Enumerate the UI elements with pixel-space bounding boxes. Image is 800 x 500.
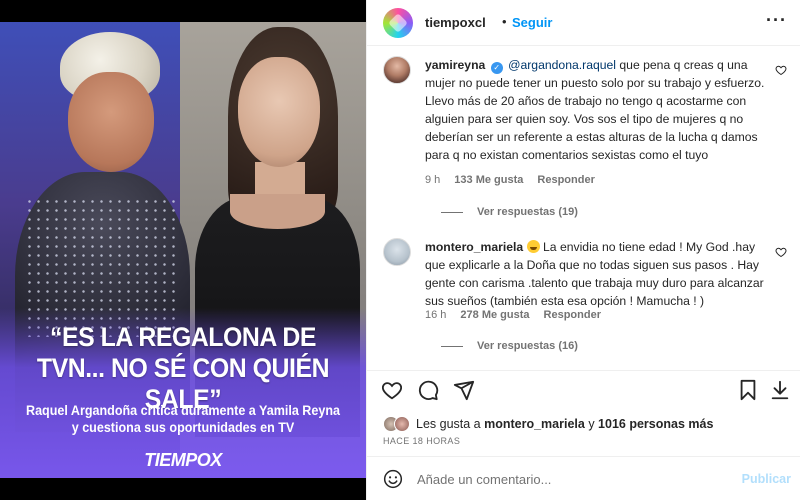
action-bar xyxy=(367,370,800,408)
comment-username[interactable]: yamireyna xyxy=(425,58,485,72)
grinning-emoji-icon xyxy=(526,240,540,253)
comment-time: 9 h xyxy=(425,174,441,186)
bookmark-icon[interactable] xyxy=(737,379,759,401)
heart-icon[interactable] xyxy=(775,246,787,258)
post-timestamp: HACE 18 HORAS xyxy=(383,436,461,446)
likes-user-link[interactable]: montero_mariela xyxy=(484,417,585,431)
reply-button[interactable]: Responder xyxy=(537,174,594,186)
heart-icon[interactable] xyxy=(775,64,787,76)
comment-time: 16 h xyxy=(425,309,447,321)
comment-body: que pena q creas q una mujer no puede te… xyxy=(425,58,765,162)
comment-input[interactable] xyxy=(417,469,737,489)
comment-composer: Publicar xyxy=(367,456,800,500)
post-header: tiempoxcl • Seguir ··· xyxy=(367,0,800,46)
download-icon[interactable] xyxy=(769,379,791,401)
more-icon[interactable]: ··· xyxy=(766,10,787,31)
likes-text: Les gusta a montero_mariela y 1016 perso… xyxy=(416,417,713,431)
like-heart-icon[interactable] xyxy=(381,379,403,401)
likes-prefix: Les gusta a xyxy=(416,417,485,431)
divider xyxy=(441,345,463,347)
person-left-face xyxy=(68,72,154,172)
reply-button[interactable]: Responder xyxy=(544,309,601,321)
follow-button[interactable]: Seguir xyxy=(512,15,552,30)
avatar[interactable] xyxy=(383,56,411,84)
avatar[interactable] xyxy=(383,238,411,266)
publish-button[interactable]: Publicar xyxy=(742,472,791,486)
emoji-icon[interactable] xyxy=(383,469,403,489)
comment-mention[interactable]: @argandona.raquel xyxy=(508,58,616,72)
divider xyxy=(441,211,463,213)
separator-dot: • xyxy=(502,14,507,29)
post-sidebar: tiempoxcl • Seguir ··· yamireyna ✓ @arga… xyxy=(366,0,800,500)
comment-text: montero_mariela La envidia no tiene edad… xyxy=(425,238,775,310)
comment-meta: 9 h 133 Me gusta Responder xyxy=(425,174,595,186)
view-replies-label: Ver respuestas (19) xyxy=(477,206,578,218)
comment-likes[interactable]: 133 Me gusta xyxy=(454,174,523,186)
likes-summary: Les gusta a montero_mariela y 1016 perso… xyxy=(383,414,713,434)
account-username[interactable]: tiempoxcl xyxy=(425,15,486,30)
share-icon[interactable] xyxy=(453,379,475,401)
view-replies-label: Ver respuestas (16) xyxy=(477,340,578,352)
comment-bubble-icon[interactable] xyxy=(417,379,439,401)
instagram-post-view: “ES LA REGALONA DE TVN... NO SÉ CON QUIÉ… xyxy=(0,0,800,500)
comment-username[interactable]: montero_mariela xyxy=(425,240,523,254)
comment-text: yamireyna ✓ @argandona.raquel que pena q… xyxy=(425,56,775,164)
account-avatar[interactable] xyxy=(383,8,413,38)
post-subhead: Raquel Argandoña critica duramente a Yam… xyxy=(26,403,340,435)
likes-middle: y xyxy=(584,417,599,431)
verified-badge-icon: ✓ xyxy=(490,62,503,74)
comment-meta: 16 h 278 Me gusta Responder xyxy=(425,309,601,321)
likes-count-link[interactable]: 1016 personas más xyxy=(598,417,713,431)
liker-avatar[interactable] xyxy=(394,416,410,432)
comment-likes[interactable]: 278 Me gusta xyxy=(460,309,529,321)
person-right-face xyxy=(238,57,320,167)
brand-logo: TIEMPOX xyxy=(144,450,222,470)
view-replies-button[interactable]: Ver respuestas (19) xyxy=(441,206,578,218)
post-media: “ES LA REGALONA DE TVN... NO SÉ CON QUIÉ… xyxy=(0,0,366,500)
post-image[interactable]: “ES LA REGALONA DE TVN... NO SÉ CON QUIÉ… xyxy=(0,22,366,478)
view-replies-button[interactable]: Ver respuestas (16) xyxy=(441,340,578,352)
person-right-chest xyxy=(230,194,325,229)
